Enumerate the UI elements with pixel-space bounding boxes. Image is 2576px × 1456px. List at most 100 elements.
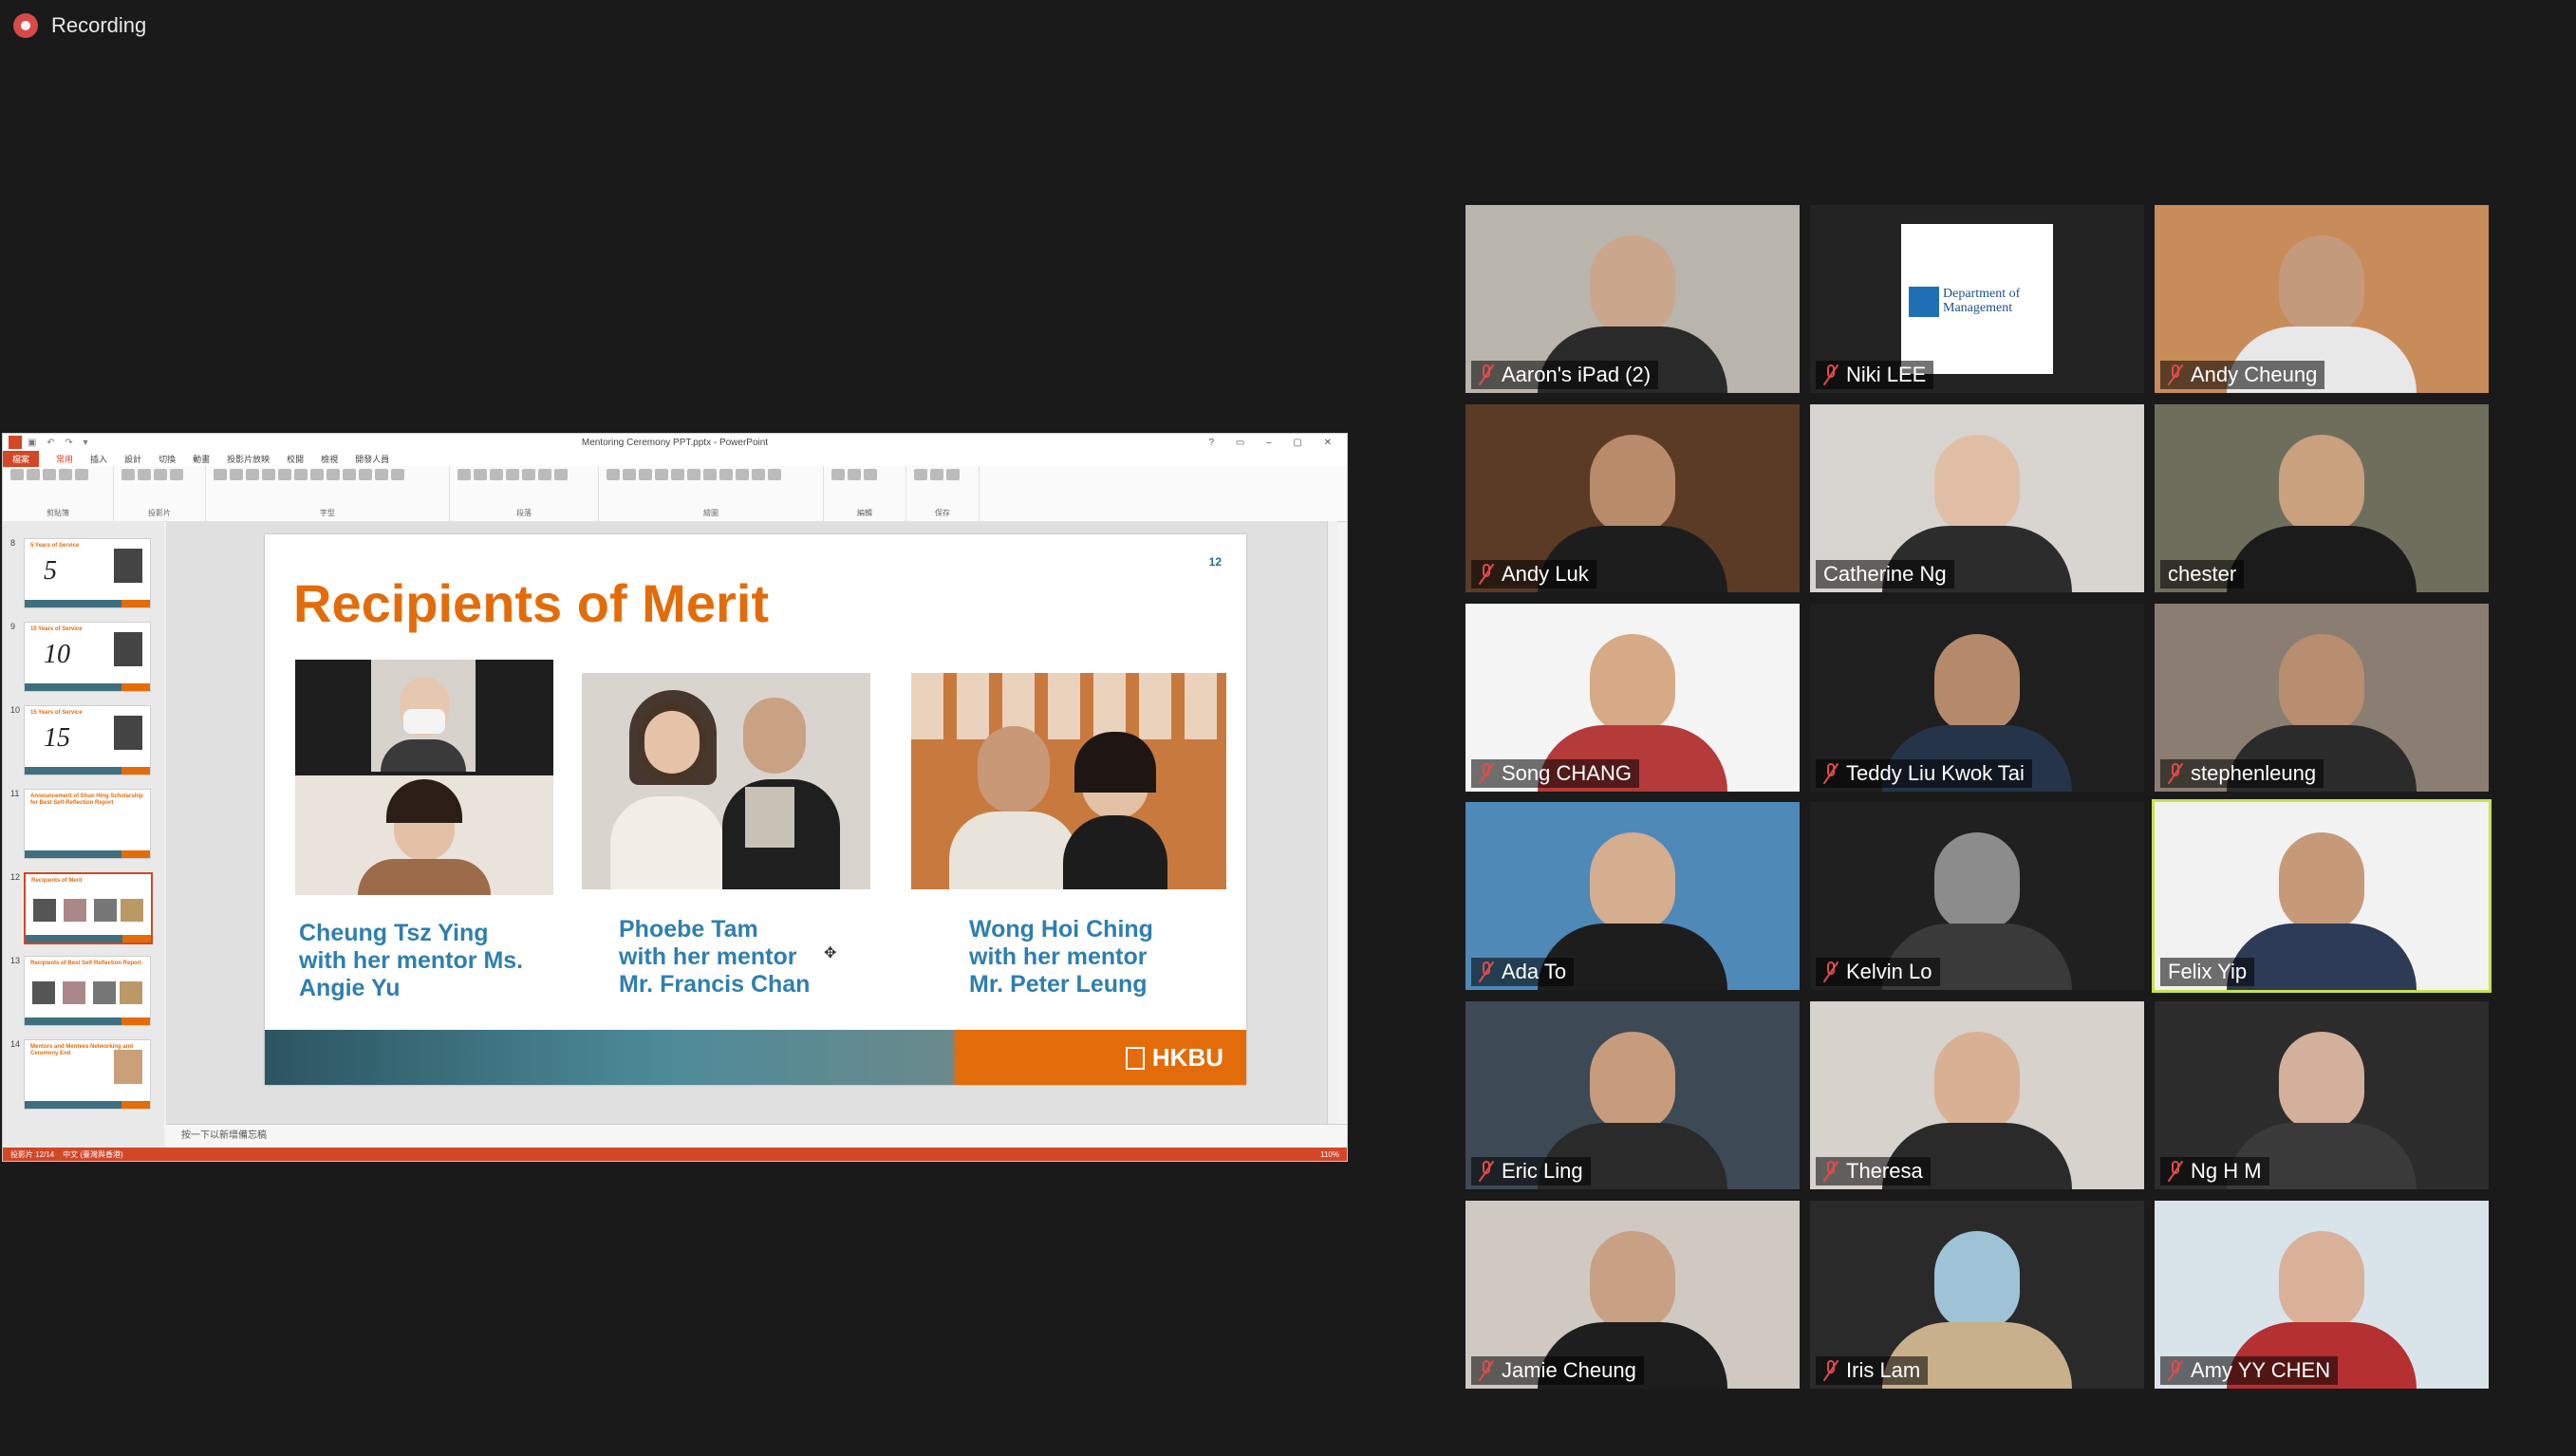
participant-tile[interactable]: Jamie Cheung (1465, 1201, 1800, 1389)
ribbon-command-icon[interactable] (138, 469, 151, 480)
status-language[interactable]: 中文 (臺灣與香港) (63, 1150, 123, 1159)
ribbon-tab[interactable]: 校閱 (287, 453, 304, 465)
ribbon-tab[interactable]: 開發人員 (355, 453, 389, 465)
ribbon-tab[interactable]: 動畫 (193, 453, 210, 465)
caption-line: Mr. Peter Leung (969, 971, 1148, 998)
notes-pane[interactable]: 按一下以新增備忘稿 (166, 1124, 1347, 1148)
slide-thumbnail-12[interactable]: 12 Recipients of Merit (3, 868, 164, 944)
slide-thumbnail-9[interactable]: 9 10 Years of Service 10 (3, 618, 164, 694)
ribbon-command-icon[interactable] (930, 469, 943, 480)
ribbon-tab[interactable]: 常用 (56, 453, 73, 465)
ribbon-command-icon[interactable] (607, 469, 620, 480)
vertical-scrollbar[interactable] (1327, 521, 1337, 1148)
participant-tile[interactable]: Eric Ling (1465, 1001, 1800, 1189)
ribbon-command-icon[interactable] (538, 469, 551, 480)
slide-thumbnail-13[interactable]: 13 Recipients of Best Self-Reflection Rep… (3, 952, 164, 1028)
ribbon-command-icon[interactable] (752, 469, 765, 480)
ribbon-tab[interactable]: 檔案 (3, 450, 40, 467)
participant-tile[interactable]: Department of Management Niki LEE (1810, 205, 2144, 393)
ribbon-command-icon[interactable] (43, 469, 56, 480)
participant-tile[interactable]: Ada To (1465, 802, 1800, 990)
ribbon-tab[interactable]: 切換 (159, 453, 176, 465)
ribbon-command-icon[interactable] (655, 469, 668, 480)
ribbon-command-icon[interactable] (246, 469, 259, 480)
ribbon-command-icon[interactable] (343, 469, 356, 480)
ribbon-command-icon[interactable] (359, 469, 372, 480)
slide-thumbnail-14[interactable]: 14 Mentors and Mentees Networking and Cer… (3, 1036, 164, 1111)
window-controls[interactable]: ? ▭ – ▢ ✕ (1208, 438, 1341, 448)
participant-tile[interactable]: Ng H M (2155, 1001, 2489, 1189)
ribbon-command-icon[interactable] (639, 469, 652, 480)
participant-tile[interactable]: chester (2155, 404, 2489, 592)
participant-tile[interactable]: Felix Yip (2152, 799, 2492, 993)
thumbnail-photo (114, 549, 142, 583)
ribbon-command-icon[interactable] (914, 469, 927, 480)
ribbon-command-icon[interactable] (864, 469, 877, 480)
ribbon-command-icon[interactable] (59, 469, 72, 480)
participant-tile[interactable]: Teddy Liu Kwok Tai (1810, 604, 2144, 792)
ribbon-command-icon[interactable] (75, 469, 88, 480)
recording-indicator[interactable]: Recording (13, 13, 146, 38)
recipient-caption-3: Wong Hoi Ching with her mentor Mr. Peter… (969, 916, 1153, 999)
ribbon-command-icon[interactable] (506, 469, 519, 480)
ribbon-command-icon[interactable] (27, 469, 40, 480)
participant-tile[interactable]: Amy YY CHEN (2155, 1201, 2489, 1389)
ribbon-command-icon[interactable] (278, 469, 291, 480)
profile-picture-logo: Department of Management (1901, 224, 2053, 374)
ribbon-command-icon[interactable] (170, 469, 183, 480)
ribbon-command-icon[interactable] (154, 469, 167, 480)
ribbon-command-icon[interactable] (262, 469, 275, 480)
ribbon-command-icon[interactable] (946, 469, 960, 480)
ribbon-tab[interactable]: 檢視 (321, 453, 338, 465)
participant-tile[interactable]: Iris Lam (1810, 1201, 2144, 1389)
ribbon-command-icon[interactable] (10, 469, 24, 480)
ppt-window-title: Mentoring Ceremony PPT.pptx - PowerPoint (581, 437, 769, 448)
participant-tile[interactable]: Song CHANG (1465, 604, 1800, 792)
ribbon-command-icon[interactable] (623, 469, 636, 480)
ribbon-command-icon[interactable] (848, 469, 861, 480)
slide-footer-band: HKBU (265, 1030, 1246, 1085)
slide-thumbnail-10[interactable]: 10 15 Years of Service 15 (3, 701, 164, 777)
ribbon-command-icon[interactable] (831, 469, 845, 480)
participant-tile[interactable]: Andy Luk (1465, 404, 1800, 592)
ribbon-tab[interactable]: 設計 (124, 453, 141, 465)
ribbon-tab[interactable]: 插入 (90, 453, 107, 465)
ribbon-command-icon[interactable] (294, 469, 308, 480)
ribbon-command-icon[interactable] (490, 469, 503, 480)
ribbon-command-icon[interactable] (703, 469, 717, 480)
ribbon-command-icon[interactable] (391, 469, 404, 480)
participant-face (1590, 1032, 1675, 1130)
status-zoom[interactable]: 110% (1320, 1150, 1339, 1159)
participant-tile[interactable]: stephenleung (2155, 604, 2489, 792)
ribbon-command-icon[interactable] (671, 469, 684, 480)
ribbon-command-icon[interactable] (522, 469, 535, 480)
ribbon-command-icon[interactable] (457, 469, 471, 480)
participant-tile[interactable]: Andy Cheung (2155, 205, 2489, 393)
muted-microphone-icon (2168, 763, 2183, 784)
muted-microphone-icon (1479, 1360, 1494, 1381)
ribbon-command-icon[interactable] (687, 469, 700, 480)
ribbon-tab[interactable]: 投影片放映 (227, 453, 270, 465)
participant-tile[interactable]: Catherine Ng (1810, 404, 2144, 592)
muted-microphone-icon (1479, 564, 1494, 585)
slide-thumbnail-11[interactable]: 11 Announcement of Shun Hing Scholarship … (3, 785, 164, 861)
ribbon-command-icon[interactable] (375, 469, 388, 480)
slide-thumbnail-8[interactable]: 8 5 Years of Service 5 (3, 534, 164, 610)
ribbon-command-icon[interactable] (474, 469, 487, 480)
caption-line: Mr. Francis Chan (619, 971, 811, 998)
thumbnail-number: 9 (10, 622, 16, 631)
ribbon-command-icon[interactable] (121, 469, 135, 480)
ribbon-command-icon[interactable] (736, 469, 749, 480)
ribbon-command-icon[interactable] (719, 469, 733, 480)
participant-name: Theresa (1846, 1159, 1923, 1183)
ribbon-command-icon[interactable] (310, 469, 324, 480)
participant-tile[interactable]: Theresa (1810, 1001, 2144, 1189)
ribbon-command-icon[interactable] (768, 469, 781, 480)
ribbon-command-icon[interactable] (230, 469, 243, 480)
slide-thumbnail-pane[interactable]: 8 5 Years of Service 5 9 10 Years of Service… (3, 521, 164, 1148)
ribbon-command-icon[interactable] (327, 469, 340, 480)
participant-tile[interactable]: Aaron's iPad (2) (1465, 205, 1800, 393)
ribbon-command-icon[interactable] (554, 469, 568, 480)
ribbon-command-icon[interactable] (214, 469, 227, 480)
participant-tile[interactable]: Kelvin Lo (1810, 802, 2144, 990)
